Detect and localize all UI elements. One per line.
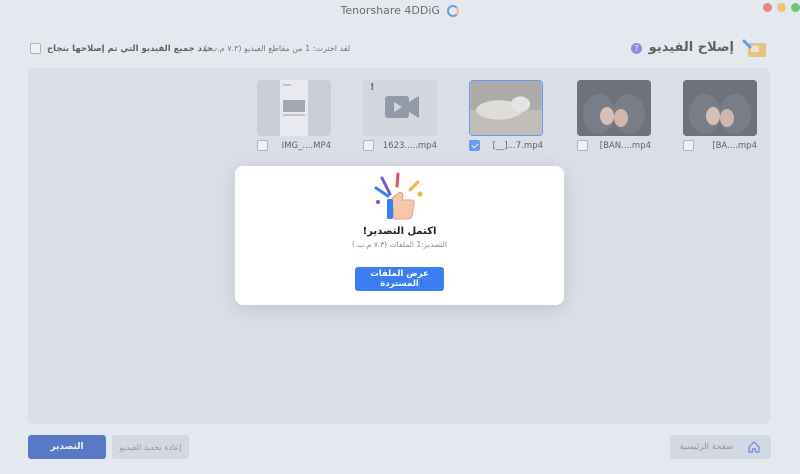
view-recovered-files-button[interactable]: عرض الملفات المستردة [355,267,444,291]
thumbs-up-celebration-icon [374,172,423,220]
dialog-subtitle: التصدير:1 الملفات (٧.٣ م.ب.) [352,240,447,249]
export-complete-dialog: اكتمل التصدير! التصدير:1 الملفات (٧.٣ م.… [235,166,564,305]
dialog-title: اكتمل التصدير! [362,226,437,237]
